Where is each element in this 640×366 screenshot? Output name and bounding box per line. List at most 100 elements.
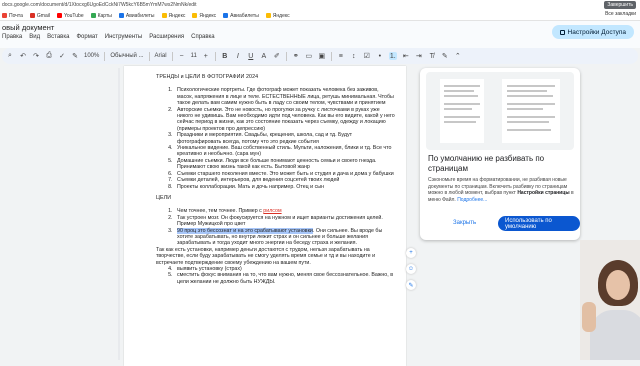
goal-1-text: Чем точнее, тем точнее. Пример с: [177, 208, 264, 215]
list-item: Праздники и мероприятия. Свадьбы, крещен…: [174, 132, 396, 145]
menu-item[interactable]: Расширения: [149, 34, 184, 40]
toolbar-divider: [285, 51, 287, 61]
text-line: [507, 95, 553, 97]
pageless-promo-dialog: По умолчанию не разбивать по страницам С…: [420, 68, 580, 240]
text-line: [444, 121, 476, 123]
bold-icon[interactable]: B: [221, 52, 229, 60]
clear-format-icon[interactable]: T̸: [428, 52, 436, 60]
bookmark-favicon-icon: [161, 13, 167, 18]
person-face: [606, 270, 630, 300]
lock-icon: [559, 29, 565, 35]
zoom-select[interactable]: 100%: [84, 53, 99, 59]
goals-list-continued: выявить установку (страх) сместить фокус…: [156, 266, 396, 285]
link-icon[interactable]: ⚭: [292, 52, 300, 60]
bulleted-list-icon[interactable]: •: [376, 52, 384, 60]
menu-item[interactable]: Справка: [191, 34, 215, 40]
list-item: Так устроен мозг. Он фокусируется на нуж…: [174, 215, 396, 228]
menu-item[interactable]: Правка: [2, 34, 22, 40]
finish-button[interactable]: Завершить: [604, 1, 636, 9]
text-line: [507, 103, 555, 105]
checklist-icon[interactable]: ☑: [363, 52, 371, 60]
paragraph: Так как есть установки, например деньги …: [156, 246, 376, 266]
line-spacing-icon[interactable]: ↕: [350, 52, 358, 60]
add-comment-icon[interactable]: +: [406, 248, 416, 258]
image-icon[interactable]: ▣: [318, 52, 326, 60]
increase-font-icon[interactable]: +: [202, 52, 210, 60]
menu-item[interactable]: Формат: [76, 34, 97, 40]
document-page[interactable]: ТРЕНДЫ и ЦЕЛИ В ФОТОГРАФИИ 2024 Психолог…: [124, 66, 406, 366]
numbered-list-icon[interactable]: 1.: [388, 52, 397, 60]
bookmark-favicon-icon: [2, 13, 7, 18]
bookmark-item[interactable]: Авиабилеты: [223, 13, 259, 19]
person-hand: [582, 302, 596, 332]
document-title[interactable]: овый документ: [2, 23, 54, 32]
browser-chrome: docs.google.com/document/d/1Xtocxg6UgoEd…: [0, 0, 640, 21]
trends-list: Психологические портреты. Где фотограф м…: [156, 87, 396, 190]
list-item: Уникальное видение. Ваш собственный стил…: [174, 145, 396, 158]
bookmark-favicon-icon: [223, 13, 229, 18]
align-icon[interactable]: ≡: [337, 52, 345, 60]
bookmark-item[interactable]: Авиабилеты: [118, 13, 155, 19]
list-item: 90 проц это бессознат и на это срабатыва…: [174, 227, 396, 247]
share-label: Настройки Доступа: [567, 28, 626, 36]
increase-indent-icon[interactable]: ⇥: [415, 52, 423, 60]
menu-item[interactable]: Вставка: [47, 34, 69, 40]
text-line: [507, 121, 549, 123]
toolbar-divider: [148, 51, 150, 61]
close-button[interactable]: Закрыть: [453, 220, 476, 226]
bookmark-favicon-icon: [118, 13, 124, 18]
suggest-edit-icon[interactable]: ✎: [406, 280, 416, 290]
share-button[interactable]: Настройки Доступа: [551, 25, 634, 39]
other-bookmarks[interactable]: Все закладки: [605, 11, 636, 17]
address-bar[interactable]: docs.google.com/document/d/1Xtocxg6UgoEd…: [2, 0, 197, 10]
underline-icon[interactable]: U: [247, 52, 255, 60]
bookmark-label: Яндекс: [199, 12, 217, 19]
emoji-icon[interactable]: ☺: [406, 264, 416, 274]
webcam-overlay: [580, 240, 640, 360]
spellcheck-icon[interactable]: ✓: [58, 52, 66, 60]
comment-icon[interactable]: ▭: [305, 52, 313, 60]
text-color-icon[interactable]: A: [260, 52, 268, 60]
bookmark-item[interactable]: Яндекс: [192, 13, 216, 19]
bookmark-item[interactable]: Яндекс: [161, 12, 186, 19]
collapse-icon[interactable]: ⌃: [454, 52, 462, 60]
bookmark-label: Авиабилеты: [230, 12, 259, 19]
list-item: Домашние съемки. Люди все больше понимаю…: [174, 158, 396, 171]
toolbar-divider: [171, 51, 173, 61]
editing-mode-icon[interactable]: ✎: [441, 52, 449, 60]
selected-text[interactable]: 90 проц это бессознат и на это срабатыва…: [177, 227, 313, 234]
menu-item[interactable]: Вид: [29, 34, 40, 40]
print-icon[interactable]: ⎙: [45, 52, 53, 60]
bookmark-item[interactable]: Gmail: [29, 13, 50, 19]
bookmark-item[interactable]: Яндекс: [265, 13, 290, 19]
search-icon[interactable]: ⌕: [6, 52, 14, 60]
highlight-icon[interactable]: ✐: [273, 52, 281, 60]
docs-header: овый документ Правка Вид Вставка Формат Инст…: [0, 21, 640, 48]
font-select[interactable]: Arial: [155, 53, 167, 59]
learn-more-link[interactable]: Подробнее...: [457, 197, 487, 203]
document-heading: ТРЕНДЫ и ЦЕЛИ В ФОТОГРАФИИ 2024: [156, 74, 259, 80]
italic-icon[interactable]: I: [234, 52, 242, 60]
style-select[interactable]: Обычный ...: [110, 53, 143, 59]
paint-format-icon[interactable]: ✎: [71, 52, 79, 60]
page-illustration: [502, 79, 560, 143]
text-line: [444, 95, 478, 97]
list-item: Авторские съемки. Это не новость, но про…: [174, 107, 396, 133]
bookmark-label: Яндекс: [168, 12, 186, 19]
decrease-indent-icon[interactable]: ⇤: [402, 52, 410, 60]
redo-icon[interactable]: ↷: [32, 52, 40, 60]
vertical-ruler: [118, 68, 120, 360]
list-item: Проекты коллаборации. Мать и дочь наприм…: [174, 184, 396, 190]
font-size-input[interactable]: 11: [191, 53, 197, 59]
undo-icon[interactable]: ↶: [19, 52, 27, 60]
goal-1-link[interactable]: рилсом: [263, 208, 281, 214]
use-default-button[interactable]: Использовать по умолчанию: [498, 216, 580, 231]
bookmark-item[interactable]: Карты: [90, 13, 112, 19]
decrease-font-icon[interactable]: −: [178, 52, 186, 60]
document-body[interactable]: ТРЕНДЫ и ЦЕЛИ В ФОТОГРАФИИ 2024 Психолог…: [156, 74, 396, 290]
menu-item[interactable]: Инструменты: [105, 34, 142, 40]
bookmark-item[interactable]: YouTube: [56, 13, 84, 19]
bookmark-item[interactable]: Почта: [2, 13, 23, 19]
text-line: [444, 108, 472, 110]
menu-bar: Правка Вид Вставка Формат Инструменты Расшире…: [2, 34, 215, 40]
